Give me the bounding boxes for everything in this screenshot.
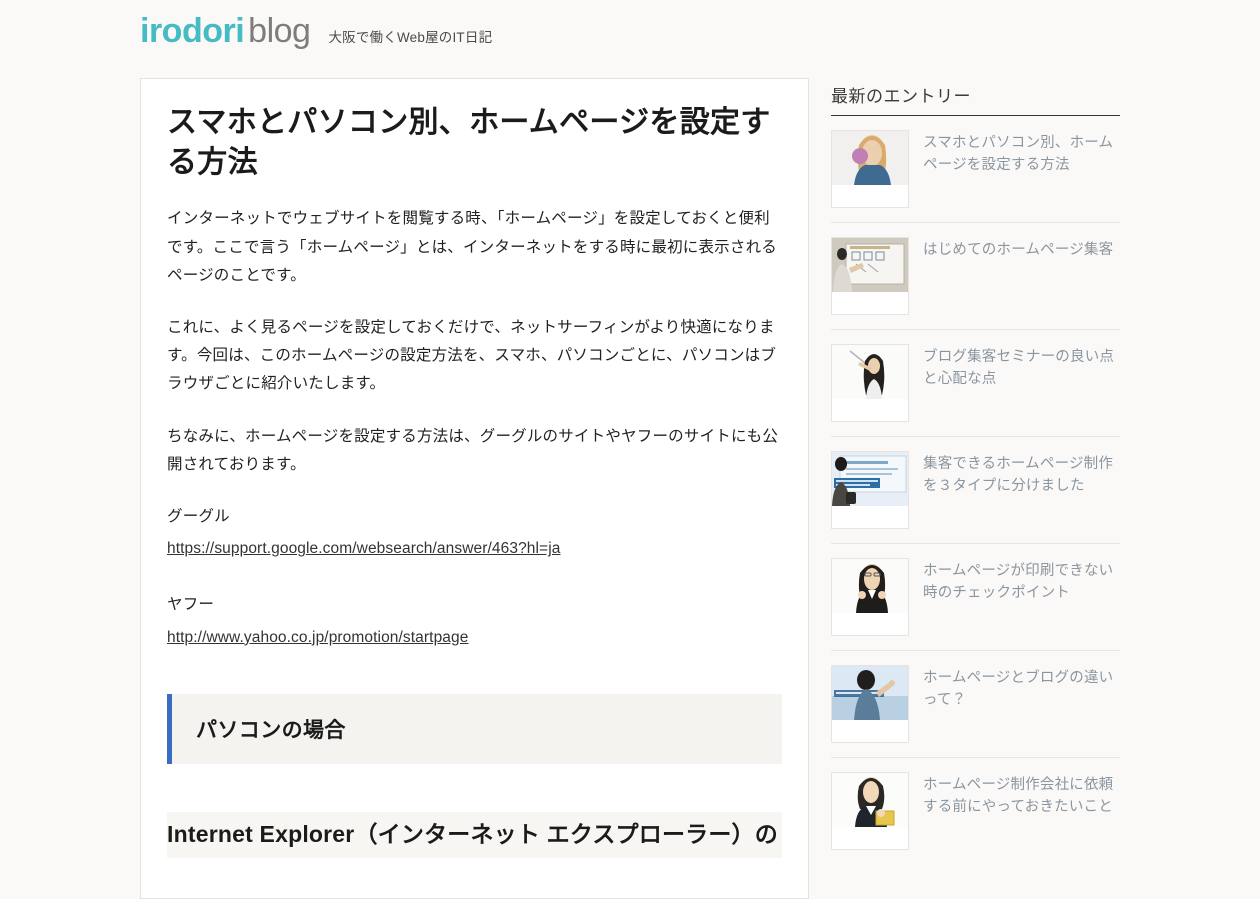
- woman-suit-photo-icon: [832, 559, 908, 613]
- list-item[interactable]: スマホとパソコン別、ホームページを設定する方法: [831, 116, 1120, 223]
- link-line-google: https://support.google.com/websearch/ans…: [167, 535, 782, 563]
- list-item[interactable]: ホームページが印刷できない時のチェックポイント: [831, 544, 1120, 651]
- google-support-link[interactable]: https://support.google.com/websearch/ans…: [167, 540, 560, 557]
- entry-thumbnail: [831, 665, 909, 743]
- logo-primary-text: irodori: [140, 12, 245, 50]
- entry-thumbnail: [831, 237, 909, 315]
- sidebar-entry-link[interactable]: ホームページが印刷できない時のチェックポイント: [923, 558, 1120, 604]
- sidebar-entry-link[interactable]: ホームページ制作会社に依頼する前にやっておきたいこと: [923, 772, 1120, 818]
- list-item[interactable]: はじめてのホームページ集客: [831, 223, 1120, 330]
- site-tagline: 大阪で働くWeb屋のIT日記: [328, 30, 493, 45]
- article-paragraph: ちなみに、ホームページを設定する方法は、グーグルのサイトやヤフーのサイトにも公開…: [167, 427, 779, 473]
- header-inner: irodori blog 大阪で働くWeb屋のIT日記: [140, 14, 1120, 48]
- entry-thumbnail: [831, 344, 909, 422]
- section-heading-pc: パソコンの場合: [167, 693, 782, 764]
- man-whiteboard-photo-icon: [832, 238, 908, 292]
- list-item[interactable]: 集客できるホームページ制作を３タイプに分けました: [831, 437, 1120, 544]
- article-card: スマホとパソコン別、ホームページを設定する方法 インターネットでウェブサイトを閲…: [140, 78, 809, 899]
- entry-thumbnail: [831, 451, 909, 529]
- list-item[interactable]: ホームページ制作会社に依頼する前にやっておきたいこと: [831, 758, 1120, 864]
- article-body: インターネットでウェブサイトを閲覧する時、「ホームページ」を設定しておくと便利で…: [167, 205, 782, 858]
- list-item[interactable]: ホームページとブログの違いって？: [831, 651, 1120, 758]
- entry-thumbnail: [831, 558, 909, 636]
- site-header: irodori blog 大阪で働くWeb屋のIT日記: [0, 0, 1260, 78]
- woman-folder-photo-icon: [832, 773, 908, 827]
- sidebar-entry-link[interactable]: 集客できるホームページ制作を３タイプに分けました: [923, 451, 1120, 497]
- man-board-blue-photo-icon: [832, 666, 908, 720]
- logo-secondary-text: blog: [248, 12, 311, 50]
- seminar-screen-photo-icon: [832, 452, 908, 506]
- woman-phone-photo-icon: [832, 131, 908, 185]
- sidebar: 最新のエントリー スマホとパソコン別、ホームページを設定する方法 はじめてのホー…: [831, 78, 1120, 864]
- article-title: スマホとパソコン別、ホームページを設定する方法: [167, 106, 771, 180]
- link-line-yahoo: http://www.yahoo.co.jp/promotion/startpa…: [167, 624, 782, 652]
- sub-heading-internet-explorer: Internet Explorer（インターネット エクスプローラー）の: [167, 811, 782, 858]
- list-item[interactable]: ブログ集客セミナーの良い点と心配な点: [831, 330, 1120, 437]
- page-wrap: スマホとパソコン別、ホームページを設定する方法 インターネットでウェブサイトを閲…: [140, 78, 1120, 899]
- entry-thumbnail: [831, 130, 909, 208]
- yahoo-startpage-link[interactable]: http://www.yahoo.co.jp/promotion/startpa…: [167, 629, 468, 646]
- sidebar-entry-link[interactable]: ブログ集客セミナーの良い点と心配な点: [923, 344, 1120, 390]
- woman-pointer-photo-icon: [832, 345, 908, 399]
- sidebar-entry-list: スマホとパソコン別、ホームページを設定する方法 はじめてのホームページ集客 ブロ…: [831, 116, 1120, 864]
- article-paragraph: これに、よく見るページを設定しておくだけで、ネットサーフィンがより快適になります…: [167, 318, 777, 393]
- sidebar-widget-title: 最新のエントリー: [831, 82, 1120, 116]
- article-paragraph: インターネットでウェブサイトを閲覧する時、「ホームページ」を設定しておくと便利で…: [167, 210, 777, 284]
- link-label-google: グーグル: [167, 508, 230, 525]
- sidebar-entry-link[interactable]: ホームページとブログの違いって？: [923, 665, 1120, 711]
- entry-thumbnail: [831, 772, 909, 850]
- sidebar-entry-link[interactable]: はじめてのホームページ集客: [923, 237, 1113, 261]
- link-label-yahoo: ヤフー: [167, 596, 215, 614]
- sidebar-entry-link[interactable]: スマホとパソコン別、ホームページを設定する方法: [923, 130, 1120, 176]
- site-logo[interactable]: irodori blog: [140, 12, 311, 50]
